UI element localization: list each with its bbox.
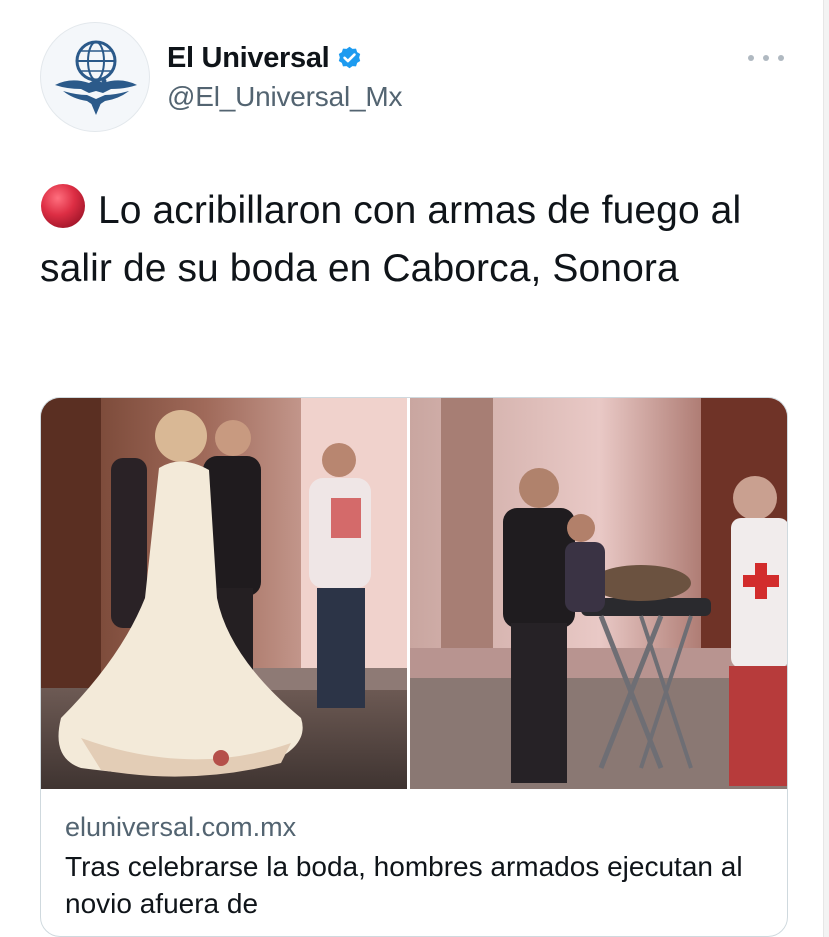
avatar[interactable] bbox=[40, 22, 150, 132]
verified-badge-icon bbox=[336, 45, 363, 72]
link-card-image[interactable] bbox=[41, 398, 787, 789]
dot bbox=[763, 55, 769, 61]
handle[interactable]: @El_Universal_Mx bbox=[167, 81, 402, 113]
more-dots-icon[interactable] bbox=[748, 50, 784, 66]
display-name[interactable]: El Universal bbox=[167, 42, 330, 75]
scrollbar-edge bbox=[823, 0, 829, 937]
tweet-text: Lo acribillaron con armas de fuego al sa… bbox=[40, 182, 800, 298]
tweet-header: El Universal @El_Universal_Mx bbox=[40, 22, 790, 132]
dot bbox=[778, 55, 784, 61]
eagle-globe-logo-icon bbox=[55, 40, 137, 115]
link-card-title[interactable]: Tras celebrarse la boda, hombres armados… bbox=[65, 848, 765, 922]
tweet-body: Lo acribillaron con armas de fuego al sa… bbox=[40, 189, 742, 290]
red-circle-icon bbox=[40, 183, 86, 229]
link-card[interactable]: eluniversal.com.mx Tras celebrarse la bo… bbox=[40, 397, 788, 937]
link-card-domain[interactable]: eluniversal.com.mx bbox=[65, 810, 765, 844]
dot bbox=[748, 55, 754, 61]
